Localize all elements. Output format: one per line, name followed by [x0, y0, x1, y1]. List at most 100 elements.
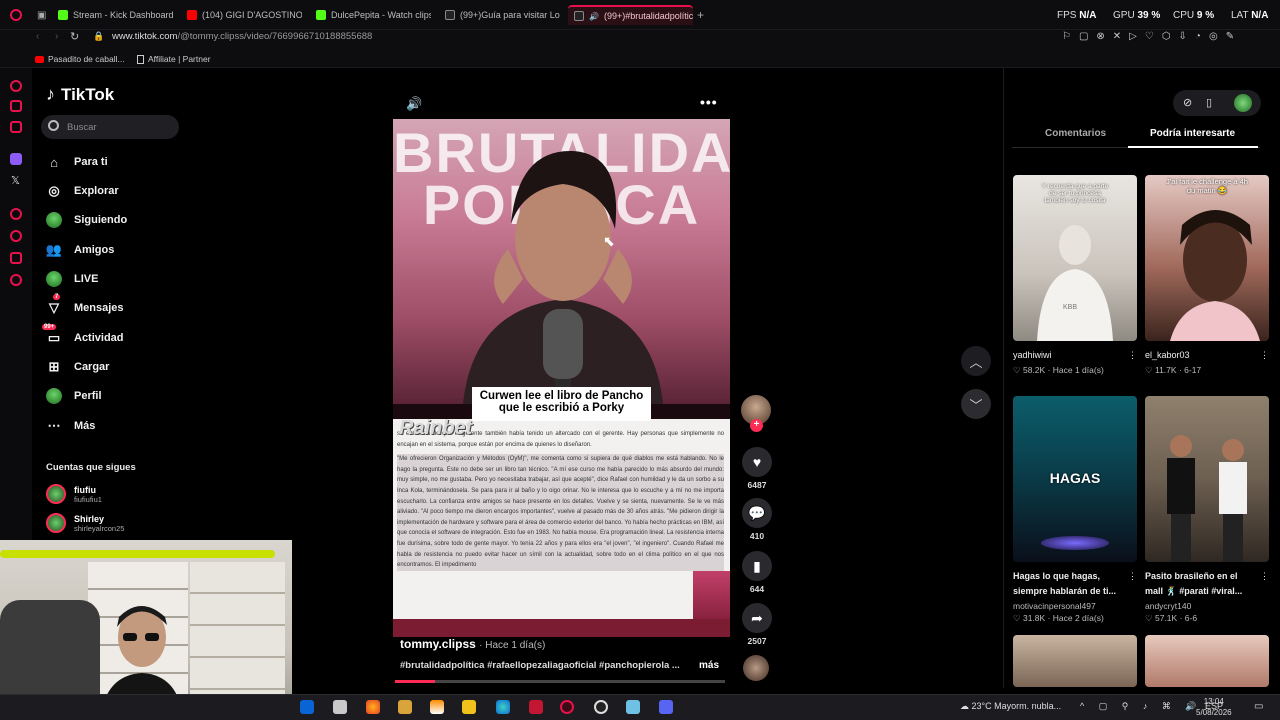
forward-icon[interactable]: ›: [55, 31, 58, 42]
book-page: se enteraría de que el gerente también h…: [393, 419, 730, 619]
volume-icon[interactable]: 🔊: [406, 96, 422, 112]
card-username: el_kabor03: [1145, 350, 1190, 360]
tab-title: Stream - Kick Dashboard: [73, 10, 174, 20]
save-button[interactable]: ▮ 644: [741, 551, 773, 594]
tab-comentarios[interactable]: Comentarios: [1045, 128, 1106, 139]
nav-item-amigos[interactable]: 👥 Amigos: [46, 242, 114, 258]
history-icon[interactable]: [10, 230, 22, 242]
avatar: [46, 388, 62, 404]
twitch-icon[interactable]: [10, 153, 22, 165]
upload-icon: ⊞: [48, 359, 60, 374]
thumbnail-figure: [1170, 210, 1260, 341]
files-icon[interactable]: [333, 700, 347, 714]
suggested-video-card[interactable]: Y recuerda que a parte de ser tu princes…: [1013, 175, 1137, 376]
video-progress-bar[interactable]: [395, 680, 725, 683]
store-icon[interactable]: [462, 700, 476, 714]
extensions-icon[interactable]: [10, 252, 22, 264]
bookmark-item[interactable]: Pasadito de caball...: [35, 54, 125, 64]
notification-icon[interactable]: ▭: [1254, 701, 1263, 712]
new-tab-button[interactable]: +: [697, 8, 704, 22]
profile-avatar[interactable]: [1234, 94, 1252, 112]
app-icon[interactable]: [398, 700, 412, 714]
more-options-icon[interactable]: •••: [700, 94, 718, 110]
tab-title: (99+)#brutalidadpolític: [603, 11, 693, 21]
music-icon[interactable]: [10, 208, 22, 220]
card-more-icon[interactable]: ⋮: [1260, 348, 1269, 363]
avatar: [46, 271, 62, 287]
browser-toolbar-icons[interactable]: ⚐▢⊗✕▷♡⬡⇩◔◎✎: [1062, 31, 1242, 42]
suggested-video-card[interactable]: J'ai fait le challenge à 4h du matin 😂 e…: [1145, 175, 1269, 376]
share-button[interactable]: ➦ 2507: [741, 603, 773, 646]
obs-icon[interactable]: [594, 700, 608, 714]
device-icon[interactable]: ▯: [1206, 96, 1212, 109]
opera-gx-icon[interactable]: [560, 700, 574, 714]
previous-video-button[interactable]: ︿: [961, 346, 991, 376]
nav-item-explorar[interactable]: ◎ Explorar: [46, 183, 118, 199]
tiktok-logo[interactable]: ♪ TikTok: [46, 84, 114, 105]
vlc-icon[interactable]: [430, 700, 444, 714]
notes-icon[interactable]: [626, 700, 640, 714]
suggested-video-card[interactable]: HAGAS Hagas lo que hagas, siempre hablar…: [1013, 396, 1137, 624]
like-button[interactable]: ♥ 6487: [741, 447, 773, 490]
more-link[interactable]: más: [699, 660, 719, 671]
nav-item-para-ti[interactable]: ⌂ Para ti: [46, 154, 108, 170]
edge-icon[interactable]: [496, 700, 510, 714]
tab-title: (99+)Guía para visitar Lom: [460, 10, 560, 20]
reload-icon[interactable]: ↻: [70, 30, 79, 43]
suggested-video-card[interactable]: Pasito brasileño en el mall 🕺 #parati #v…: [1145, 396, 1269, 624]
messenger-icon[interactable]: [10, 100, 22, 112]
nav-item-mensajes[interactable]: ▽ 7 Mensajes: [46, 294, 124, 316]
nav-item-mas[interactable]: ⋯ Más: [46, 418, 96, 434]
follow-plus-icon[interactable]: +: [750, 419, 763, 432]
nav-item-actividad[interactable]: ▭ 99+ Actividad: [42, 324, 124, 346]
sound-avatar[interactable]: [743, 655, 769, 681]
back-icon[interactable]: ‹: [36, 31, 39, 42]
nav-item-perfil[interactable]: Perfil: [46, 388, 102, 404]
lat-stat: LAT N/A: [1231, 10, 1269, 21]
svg-text:KBB: KBB: [1063, 304, 1077, 311]
firefox-icon[interactable]: [366, 700, 380, 714]
nav-item-live[interactable]: LIVE: [46, 271, 98, 287]
tab-grid-icon[interactable]: ▣: [37, 10, 46, 21]
card-more-icon[interactable]: ⋮: [1260, 569, 1269, 599]
weather-widget[interactable]: ☁ 23°C Mayorm. nubla...: [960, 701, 1061, 712]
browser-tab-kick[interactable]: Stream - Kick Dashboard: [58, 5, 178, 25]
next-video-button[interactable]: ﹀: [961, 389, 991, 419]
comment-button[interactable]: 💬 410: [741, 498, 773, 541]
outlook-icon[interactable]: [300, 700, 314, 714]
video-player[interactable]: BRUTALIDAD POLÍTICA se enteraría de que …: [393, 119, 730, 637]
browser-tab-active[interactable]: 🔊 (99+)#brutalidadpolític: [568, 5, 693, 25]
browser-tab-tiktok-guide[interactable]: (99+)Guía para visitar Lom: [445, 5, 560, 25]
card-more-icon[interactable]: ⋮: [1128, 348, 1137, 363]
opera-icon[interactable]: [10, 80, 22, 92]
video-hashtags[interactable]: #brutalidadpolítica #rafaellopezaliagaof…: [400, 660, 680, 671]
following-account[interactable]: Shirley shirleyalrcon25: [46, 513, 124, 533]
nav-item-cargar[interactable]: ⊞ Cargar: [46, 359, 110, 375]
suggested-video-thumbnail[interactable]: [1013, 635, 1137, 687]
video-author[interactable]: tommy.clipss · Hace 1 día(s): [400, 637, 545, 651]
settings-icon[interactable]: [10, 274, 22, 286]
instagram-icon[interactable]: [10, 121, 22, 133]
compass-icon: ◎: [48, 183, 60, 198]
browser-tab-kick-clips[interactable]: DulcePepita - Watch clips: [316, 5, 431, 25]
search-placeholder: Buscar: [67, 122, 97, 133]
suggested-video-thumbnail[interactable]: [1145, 635, 1269, 687]
weather-icon: ☁: [960, 701, 969, 711]
video-bottom-band: [393, 619, 730, 637]
system-clock[interactable]: 13:04 5/08/2026: [1196, 696, 1232, 718]
video-thumbnail: [1145, 396, 1269, 562]
nav-item-siguiendo[interactable]: Siguiendo: [46, 212, 127, 228]
video-thumbnail: HAGAS: [1013, 396, 1137, 562]
search-input[interactable]: [41, 115, 179, 139]
url-field[interactable]: www.tiktok.com/@tommy.clipss/video/76699…: [112, 31, 372, 42]
card-more-icon[interactable]: ⋮: [1128, 569, 1137, 599]
share-icon: ➦: [742, 603, 772, 633]
effects-icon[interactable]: ⊘: [1183, 96, 1192, 109]
app-icon[interactable]: [529, 700, 543, 714]
discord-icon[interactable]: [659, 700, 673, 714]
following-account[interactable]: fiufiu fiufiufiu1: [46, 484, 102, 504]
bookmark-item[interactable]: Affiliate | Partner: [137, 54, 211, 64]
tab-podria-interesarte[interactable]: Podría interesarte: [1150, 128, 1235, 139]
browser-tab-youtube[interactable]: (104) GIGI D'AGOSTINO - I: [187, 5, 302, 25]
x-icon[interactable]: 𝕏: [11, 174, 20, 187]
